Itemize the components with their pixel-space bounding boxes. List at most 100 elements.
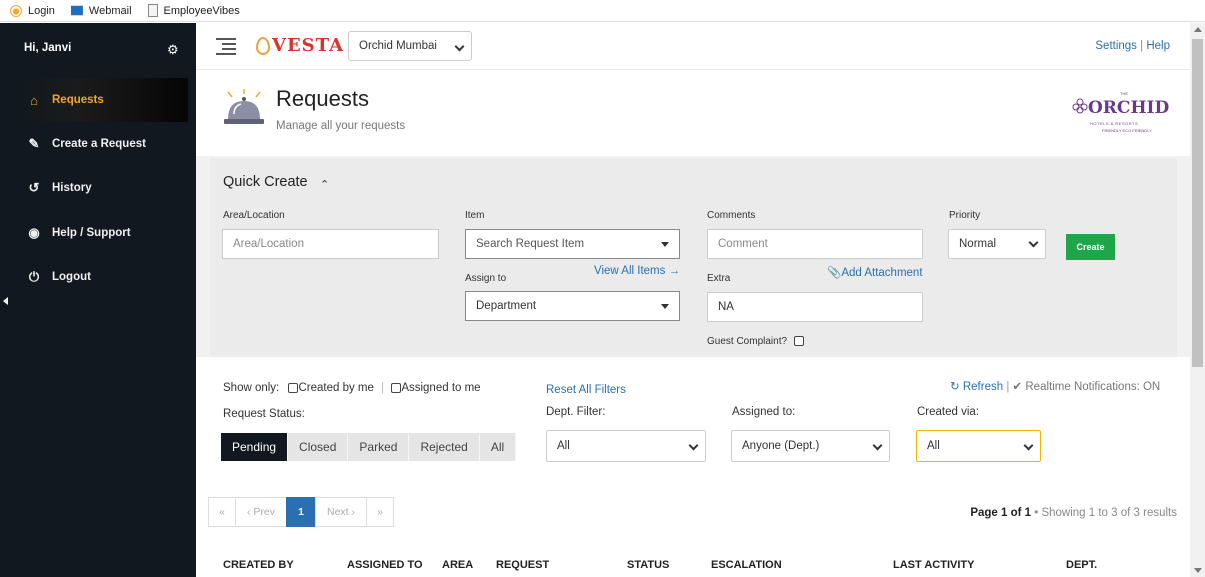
guest-complaint-text: Guest Complaint? xyxy=(707,336,788,347)
sidebar-item-create-request[interactable]: ✎ Create a Request xyxy=(12,122,188,166)
chevron-down-icon xyxy=(454,41,465,52)
column-created-by[interactable]: CREATED BY xyxy=(223,559,294,571)
tab-pending[interactable]: Pending xyxy=(221,433,289,461)
tab-closed[interactable]: Closed xyxy=(288,433,349,461)
sidebar-item-requests[interactable]: ⌂ Requests xyxy=(12,78,188,122)
view-all-items-link[interactable]: View All Items → xyxy=(594,265,680,277)
next-page-button[interactable]: Next › xyxy=(315,497,367,527)
sidebar: Hi, Janvi ⚙ ⌂ Requests ✎ Create a Reques… xyxy=(0,23,196,577)
logo-tagline-2: FRIENDLY ECO FRIENDLY xyxy=(1102,128,1152,133)
status-tabs: Pending Closed Parked Rejected All xyxy=(221,433,517,461)
sidebar-collapse-icon[interactable] xyxy=(3,297,8,305)
divider: | xyxy=(1006,381,1010,393)
area-input[interactable]: Area/Location xyxy=(222,229,439,259)
hotel-select-value: Orchid Mumbai xyxy=(359,40,437,52)
tab-all[interactable]: All xyxy=(479,433,517,461)
service-bell-icon xyxy=(224,89,264,124)
tab-parked[interactable]: Parked xyxy=(348,433,410,461)
orchid-flower-icon xyxy=(1072,98,1088,114)
comment-input[interactable]: Comment xyxy=(707,229,923,259)
page-icon xyxy=(147,4,158,17)
sidebar-item-logout[interactable]: ⏻ Logout xyxy=(12,255,188,299)
hotel-select[interactable]: Orchid Mumbai xyxy=(348,31,472,61)
page-1-button[interactable]: 1 xyxy=(286,497,316,527)
column-escalation[interactable]: ESCALATION xyxy=(711,559,782,571)
created-via-label: Created via: xyxy=(917,406,980,418)
bookmarks-bar: Login Webmail EmployeeVibes xyxy=(0,0,1205,22)
scrollbar-thumb[interactable] xyxy=(1192,39,1203,367)
scroll-down-icon[interactable] xyxy=(1194,568,1202,573)
settings-link[interactable]: Settings xyxy=(1095,40,1137,52)
help-link[interactable]: Help xyxy=(1146,40,1170,52)
prev-page-button[interactable]: ‹ Prev xyxy=(235,497,287,527)
flame-icon xyxy=(256,36,270,55)
item-label: Item xyxy=(465,210,485,221)
request-status-label: Request Status: xyxy=(223,408,305,420)
refresh-link[interactable]: Refresh xyxy=(963,381,1003,393)
last-page-button[interactable]: » xyxy=(366,497,394,527)
link-separator: | xyxy=(1140,40,1144,52)
column-area[interactable]: AREA xyxy=(442,559,473,571)
page-title: Requests xyxy=(276,86,369,111)
assigned-to-me-checkbox[interactable] xyxy=(391,382,402,393)
column-last-activity[interactable]: LAST ACTIVITY xyxy=(893,559,974,571)
add-attachment-link[interactable]: 📎Add Attachment xyxy=(827,265,923,279)
created-via-value: All xyxy=(927,440,940,452)
page-number-text: Page 1 of 1 xyxy=(970,507,1032,519)
chevron-down-icon xyxy=(688,440,699,451)
vesta-logo: VESTA xyxy=(256,35,344,56)
menu-toggle-icon[interactable] xyxy=(216,38,236,55)
item-search-select[interactable]: Search Request Item xyxy=(465,229,680,259)
reset-filters-link[interactable]: Reset All Filters xyxy=(546,384,626,396)
chevron-up-icon[interactable]: ⌃ xyxy=(320,178,329,191)
first-page-button[interactable]: « xyxy=(208,497,236,527)
user-greeting: Hi, Janvi xyxy=(24,42,72,54)
created-by-me-checkbox[interactable] xyxy=(288,382,299,393)
bookmark-login[interactable]: Login xyxy=(10,4,55,17)
column-dept[interactable]: DEPT. xyxy=(1066,559,1097,571)
create-button[interactable]: Create xyxy=(1066,234,1115,260)
realtime-status: Realtime Notifications: ON xyxy=(1025,381,1161,393)
priority-select[interactable]: Normal xyxy=(948,229,1046,259)
assign-to-label: Assign to xyxy=(465,273,507,284)
mail-icon xyxy=(70,5,83,16)
bookmark-label: Login xyxy=(28,4,55,17)
edit-icon: ✎ xyxy=(28,136,40,151)
check-icon: ✔ xyxy=(1012,381,1023,393)
column-assigned-to[interactable]: ASSIGNED TO xyxy=(347,559,423,571)
tab-rejected[interactable]: Rejected xyxy=(409,433,480,461)
created-via-select[interactable]: All xyxy=(916,430,1041,462)
vertical-scrollbar[interactable] xyxy=(1190,23,1205,577)
sidebar-item-label: History xyxy=(52,182,92,194)
column-request[interactable]: REQUEST xyxy=(496,559,549,571)
guest-complaint-label: Guest Complaint? xyxy=(707,336,804,347)
extra-input[interactable]: NA xyxy=(707,292,923,322)
chevron-down-icon xyxy=(872,440,883,451)
logo-name: ORCHID xyxy=(1088,98,1170,118)
priority-label: Priority xyxy=(949,210,981,221)
assign-to-value: Department xyxy=(476,300,537,312)
created-by-me-label: Created by me xyxy=(298,382,374,394)
gear-icon[interactable]: ⚙ xyxy=(167,42,179,58)
guest-complaint-checkbox[interactable] xyxy=(793,336,804,347)
comments-label: Comments xyxy=(707,210,756,221)
bookmark-label: EmployeeVibes xyxy=(163,4,240,17)
quick-create-title: Quick Create xyxy=(223,174,308,190)
bookmark-webmail[interactable]: Webmail xyxy=(70,5,132,17)
sidebar-item-label: Requests xyxy=(52,94,104,106)
assigned-to-filter-select[interactable]: Anyone (Dept.) xyxy=(731,430,890,462)
show-only-filter: Show only: Created by me | Assigned to m… xyxy=(223,382,481,394)
home-icon: ⌂ xyxy=(30,92,38,108)
dept-filter-select[interactable]: All xyxy=(546,430,706,462)
refresh-icon[interactable]: ↻ xyxy=(950,381,960,393)
scroll-up-icon[interactable] xyxy=(1194,27,1202,32)
sidebar-item-help-support[interactable]: ◉ Help / Support xyxy=(12,211,188,255)
bookmark-employeevibes[interactable]: EmployeeVibes xyxy=(147,4,240,17)
column-status[interactable]: STATUS xyxy=(627,559,669,571)
priority-value: Normal xyxy=(959,238,997,250)
assign-to-select[interactable]: Department xyxy=(465,291,680,321)
top-links: Settings | Help xyxy=(1095,40,1170,52)
sidebar-item-label: Create a Request xyxy=(52,138,146,150)
sidebar-item-history[interactable]: ↺ History xyxy=(12,166,188,210)
chevron-down-icon xyxy=(1023,440,1034,451)
